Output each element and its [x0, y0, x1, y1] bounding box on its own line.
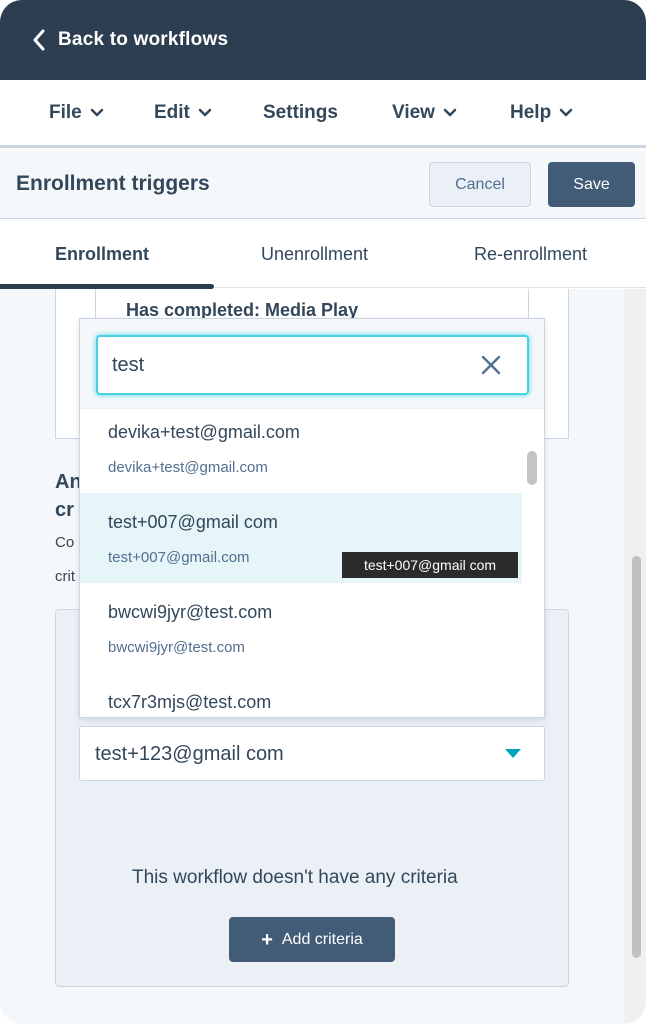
chevron-left-icon: [33, 29, 45, 51]
add-criteria-button[interactable]: + Add criteria: [229, 917, 395, 962]
menu-view-label: View: [392, 101, 435, 123]
dropdown-option[interactable]: bwcwi9jyr@test.com bwcwi9jyr@test.com: [80, 583, 522, 673]
tab-unenrollment[interactable]: Unenrollment: [261, 244, 368, 265]
menu-bar: File Edit Settings View Help: [0, 80, 646, 148]
contact-select[interactable]: test+123@gmail com: [79, 726, 545, 781]
option-secondary-text: test+007@gmail.com: [108, 549, 250, 566]
save-button[interactable]: Save: [548, 162, 635, 207]
caret-down-icon: [505, 749, 521, 758]
add-criteria-label: Add criteria: [281, 930, 363, 948]
chevron-down-icon: [559, 108, 573, 116]
chevron-down-icon: [198, 108, 212, 116]
menu-edit[interactable]: Edit: [154, 102, 212, 124]
dropdown-option[interactable]: devika+test@gmail.com devika+test@gmail.…: [80, 409, 522, 499]
panel-header: Enrollment triggers Cancel Save: [0, 151, 646, 219]
option-primary-text: bwcwi9jyr@test.com: [108, 602, 273, 622]
plus-icon: +: [261, 928, 273, 951]
cancel-button[interactable]: Cancel: [429, 162, 531, 207]
menu-file-label: File: [49, 101, 82, 123]
top-bar: Back to workflows: [0, 0, 646, 80]
option-secondary-text: bwcwi9jyr@test.com: [108, 639, 245, 656]
section-description-fragment-1: Co: [55, 534, 75, 551]
menu-help[interactable]: Help: [510, 102, 573, 124]
section-description-fragment-2: crit: [55, 568, 75, 585]
tab-bar: Enrollment Unenrollment Re-enrollment: [0, 220, 646, 289]
menu-help-label: Help: [510, 101, 552, 123]
section-heading-fragment-2: cr: [55, 499, 74, 521]
back-label: Back to workflows: [58, 29, 229, 50]
menu-edit-label: Edit: [154, 101, 190, 123]
panel-title: Enrollment triggers: [16, 172, 210, 195]
option-primary-text: devika+test@gmail.com: [108, 422, 300, 442]
option-primary-text: tcx7r3mjs@test.com: [108, 692, 272, 712]
menu-file[interactable]: File: [49, 102, 104, 124]
page-scrollbar-thumb[interactable]: [632, 556, 641, 958]
tab-reenrollment[interactable]: Re-enrollment: [474, 244, 587, 265]
contact-select-value: test+123@gmail com: [95, 743, 284, 765]
dropdown-scrollbar-thumb[interactable]: [527, 451, 537, 485]
dropdown-search-input[interactable]: [112, 351, 462, 379]
section-heading-fragment-1: An: [55, 471, 82, 493]
menu-settings[interactable]: Settings: [263, 102, 338, 124]
close-icon[interactable]: [480, 354, 502, 376]
back-to-workflows-link[interactable]: Back to workflows: [30, 28, 228, 52]
app-frame: Back to workflows File Edit Settings Vie…: [0, 0, 646, 1024]
dropdown-option[interactable]: tcx7r3mjs@test.com: [80, 673, 522, 717]
menu-settings-label: Settings: [263, 101, 338, 123]
tab-enrollment[interactable]: Enrollment: [55, 244, 149, 265]
chevron-down-icon: [90, 108, 103, 116]
option-secondary-text: devika+test@gmail.com: [108, 459, 268, 476]
option-tooltip: test+007@gmail com: [342, 552, 518, 578]
option-primary-text: test+007@gmail com: [108, 512, 278, 532]
contact-dropdown: devika+test@gmail.com devika+test@gmail.…: [79, 318, 545, 718]
chevron-down-icon: [443, 108, 457, 116]
dropdown-search-box: [96, 335, 529, 395]
empty-criteria-text: This workflow doesn't have any criteria: [132, 867, 458, 888]
menu-view[interactable]: View: [392, 102, 457, 124]
dropdown-search-area: [80, 319, 544, 409]
